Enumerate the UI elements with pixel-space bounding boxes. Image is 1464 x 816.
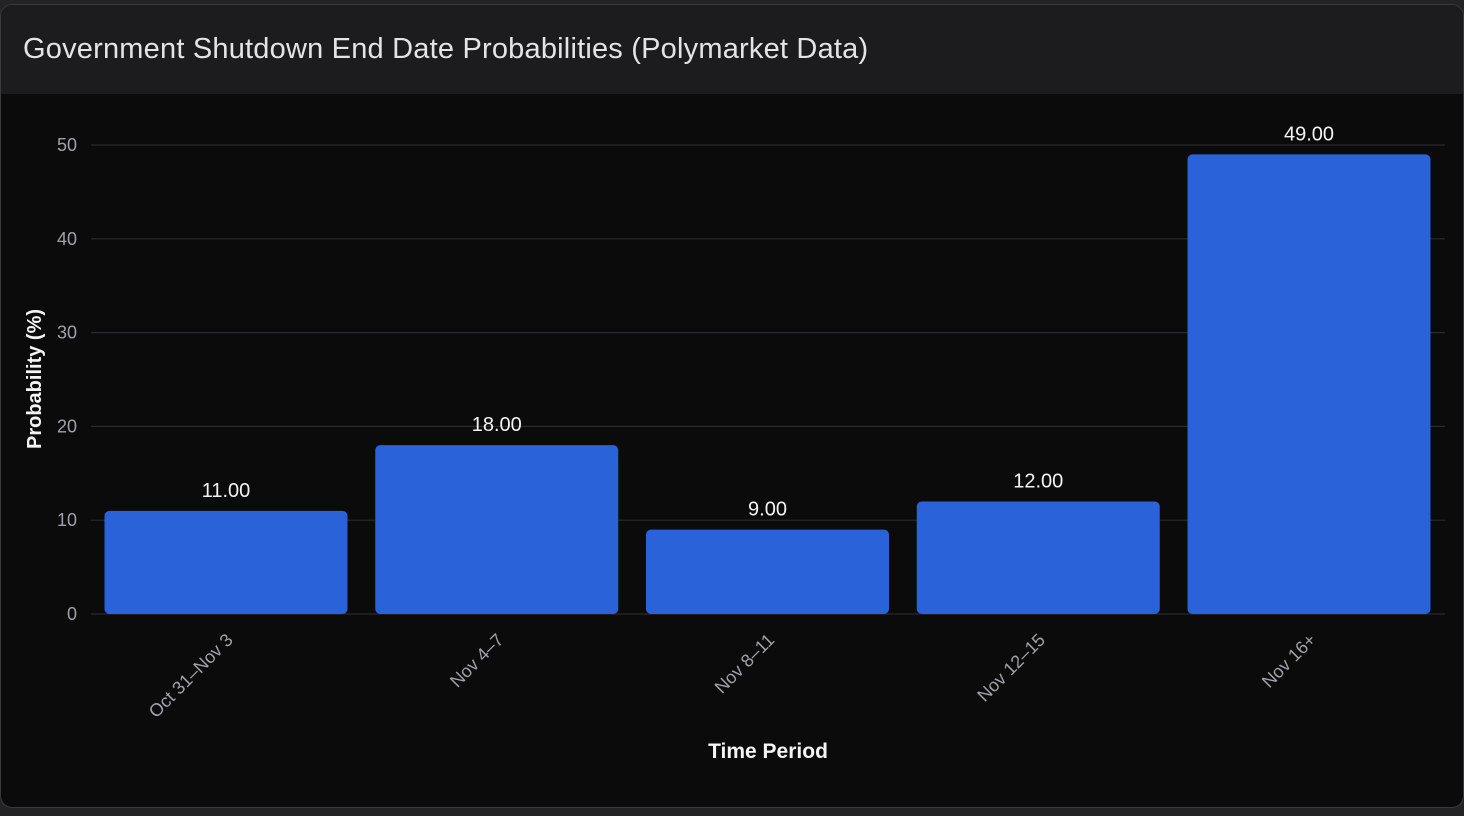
- bar: [1187, 154, 1431, 614]
- y-tick-label: 50: [57, 135, 77, 155]
- x-tick-label: Nov 12–15: [973, 630, 1049, 706]
- y-tick-label: 10: [57, 510, 77, 530]
- x-tick-label: Nov 4–7: [446, 630, 508, 692]
- bar-value-label: 12.00: [1013, 470, 1063, 492]
- y-axis-ticks: 0 10 20 30 40 50: [57, 135, 77, 624]
- x-tick-label: Nov 16+: [1258, 630, 1320, 692]
- bar-chart: 0 10 20 30 40 50 11.00 18.00 9.00 12.00 49.00 Oct…: [24, 123, 1445, 763]
- x-tick-label: Nov 8–11: [711, 630, 779, 698]
- x-axis-label: Time Period: [708, 740, 828, 763]
- y-tick-label: 40: [57, 229, 77, 249]
- bars: [104, 154, 1431, 614]
- bar: [916, 501, 1160, 614]
- value-labels: 11.00 18.00 9.00 12.00 49.00: [202, 123, 1334, 520]
- y-axis-label: Probability (%): [24, 309, 46, 449]
- bar: [104, 510, 348, 614]
- bar-value-label: 18.00: [472, 414, 522, 436]
- bar-value-label: 11.00: [202, 480, 251, 502]
- y-tick-label: 30: [57, 323, 77, 343]
- y-tick-label: 0: [67, 604, 77, 624]
- bar: [375, 445, 619, 614]
- bar-value-label: 9.00: [748, 499, 787, 521]
- chart-card: Government Shutdown End Date Probabiliti…: [0, 4, 1464, 808]
- bar-value-label: 49.00: [1284, 123, 1334, 145]
- bar: [646, 529, 889, 614]
- x-tick-label: Oct 31–Nov 3: [145, 630, 237, 722]
- x-axis-ticks: Oct 31–Nov 3 Nov 4–7 Nov 8–11 Nov 12–15 Nov …: [145, 630, 1320, 722]
- y-tick-label: 20: [57, 416, 77, 436]
